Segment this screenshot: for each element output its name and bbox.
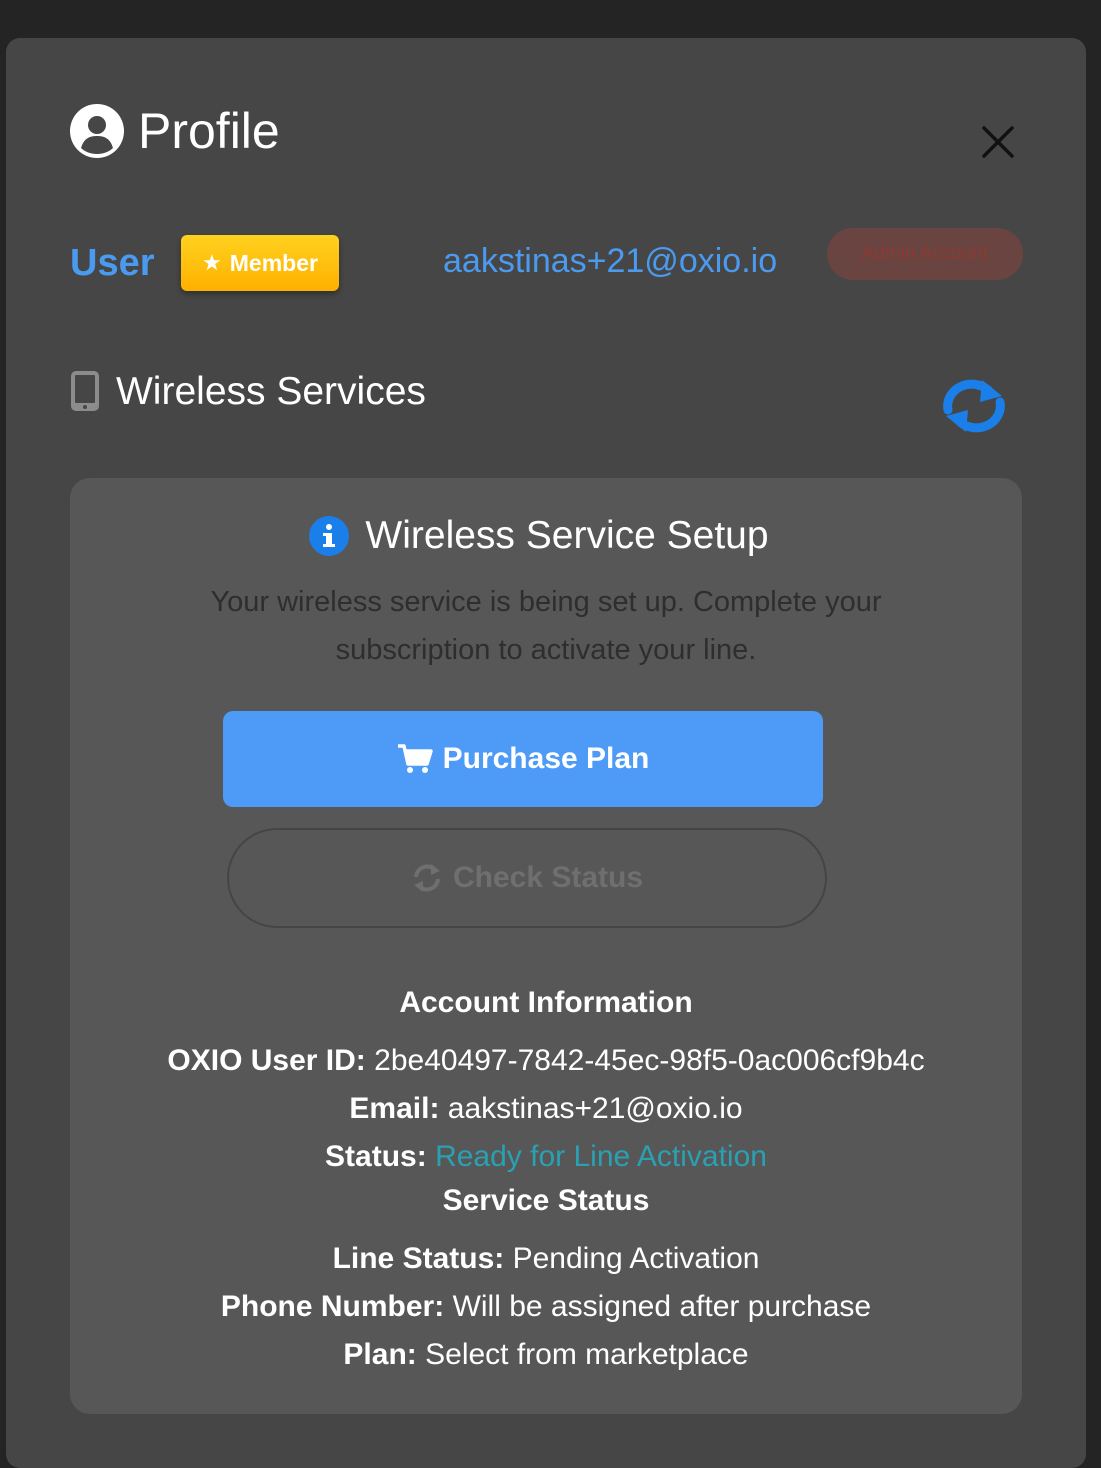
check-status-label: Check Status [452, 861, 644, 894]
user-email: aakstinas+21@oxio.io [443, 242, 778, 280]
refresh-icon[interactable] [936, 376, 1012, 436]
line-status-label: Line Status: [332, 1242, 505, 1275]
close-icon[interactable] [978, 122, 1018, 162]
profile-modal: Profile User ★ Member aakstinas+21@oxio.… [6, 38, 1086, 1468]
email-value: aakstinas+21@oxio.io [447, 1092, 743, 1125]
setup-title: Wireless Service Setup [365, 514, 769, 557]
setup-description: Your wireless service is being set up. C… [210, 586, 882, 666]
user-id-label: OXIO User ID: [167, 1044, 366, 1077]
email-label: Email: [349, 1092, 440, 1125]
plan-line: Plan: Select from marketplace [70, 1338, 1022, 1372]
purchase-plan-label: Purchase Plan [442, 742, 650, 775]
phone-number-label: Phone Number: [220, 1290, 445, 1323]
member-badge-label: Member [229, 249, 318, 276]
line-status-value: Pending Activation [512, 1242, 760, 1275]
user-id-value: 2be40497-7842-45ec-98f5-0ac006cf9b4c [374, 1044, 925, 1077]
status-line: Status: Ready for Line Activation [70, 1140, 1022, 1174]
account-info-title: Account Information [399, 986, 693, 1019]
line-status-line: Line Status: Pending Activation [70, 1242, 1022, 1276]
mobile-phone-icon [71, 371, 99, 411]
info-circle-icon [309, 516, 350, 556]
wireless-services-header: Wireless Services [70, 368, 1022, 448]
plan-value: Select from marketplace [425, 1338, 749, 1371]
check-status-button[interactable]: Check Status [227, 828, 827, 928]
phone-number-line: Phone Number: Will be assigned after pur… [70, 1290, 1022, 1324]
email-line: Email: aakstinas+21@oxio.io [70, 1092, 1022, 1126]
service-status-title: Service Status [442, 1184, 650, 1217]
modal-title: Profile [138, 103, 280, 159]
user-row: User ★ Member aakstinas+21@oxio.io Admin… [70, 228, 1023, 294]
phone-number-value: Will be assigned after purchase [452, 1290, 872, 1323]
wireless-services-title: Wireless Services [116, 370, 426, 413]
plan-label: Plan: [343, 1338, 417, 1371]
setup-header: Wireless Service Setup [70, 514, 1022, 558]
user-circle-icon [70, 104, 124, 158]
user-label: User [70, 242, 155, 284]
sync-icon [413, 864, 440, 892]
status-value: Ready for Line Activation [435, 1140, 767, 1173]
cart-icon [397, 744, 433, 773]
star-icon: ★ [202, 250, 222, 275]
user-id-line: OXIO User ID: 2be40497-7842-45ec-98f5-0a… [70, 1044, 1022, 1078]
status-label: Status: [325, 1140, 427, 1173]
admin-account-badge[interactable]: Admin Account [827, 228, 1023, 280]
member-badge: ★ Member [181, 235, 339, 291]
purchase-plan-button[interactable]: Purchase Plan [223, 711, 823, 807]
wireless-setup-card: Wireless Service Setup Your wireless ser… [70, 478, 1022, 1414]
modal-header: Profile [70, 104, 280, 158]
